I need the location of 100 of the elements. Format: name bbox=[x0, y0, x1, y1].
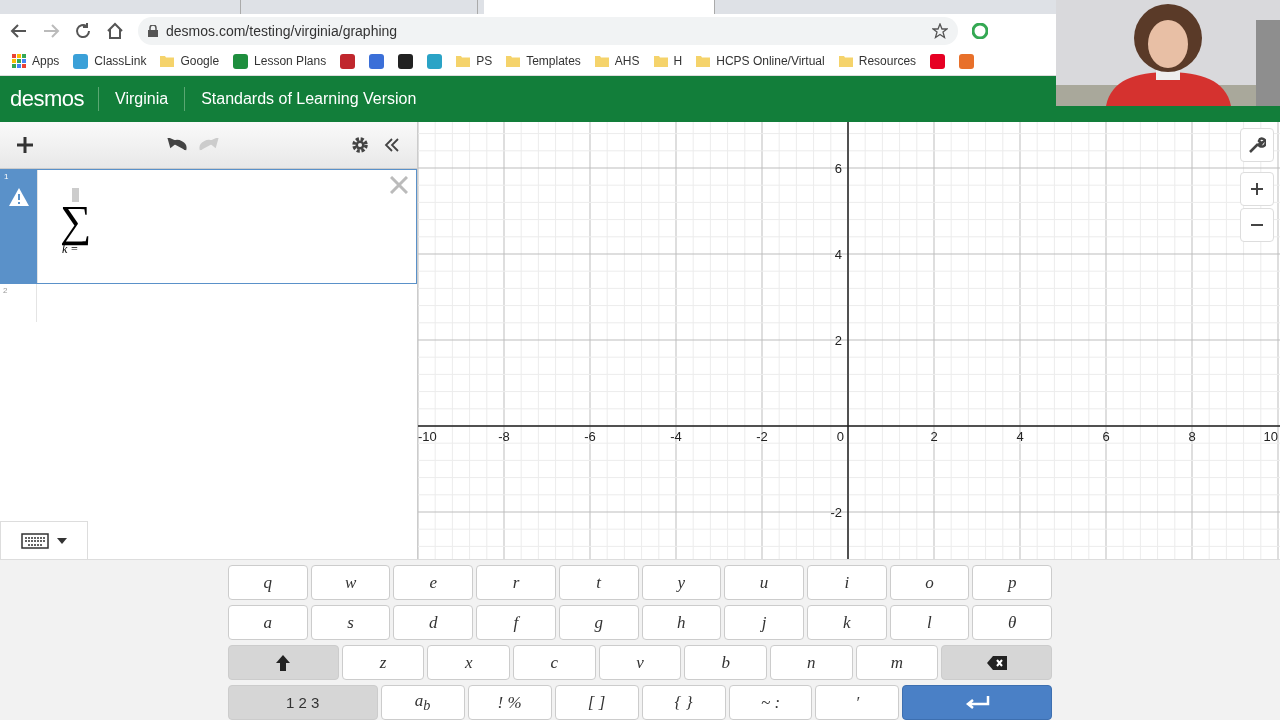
apps-grid-icon bbox=[12, 54, 26, 69]
keypad-key[interactable]: x bbox=[427, 645, 511, 680]
tick-label: 10 bbox=[1263, 429, 1278, 444]
bookmark[interactable]: Apps bbox=[12, 54, 60, 69]
keyboard-toggle[interactable] bbox=[0, 521, 88, 559]
tick-label: 2 bbox=[834, 333, 842, 348]
keypad-key[interactable]: { } bbox=[641, 685, 726, 720]
keypad-key[interactable]: ! % bbox=[467, 685, 552, 720]
keypad-key[interactable]: q bbox=[228, 565, 308, 600]
tick-label: -4 bbox=[670, 429, 682, 444]
keypad-key[interactable]: s bbox=[310, 605, 391, 640]
shift-key[interactable] bbox=[228, 645, 339, 680]
tick-label: -10 bbox=[418, 429, 437, 444]
caret-icon bbox=[57, 537, 67, 544]
extension-icon[interactable] bbox=[972, 22, 988, 39]
keypad-key[interactable]: w bbox=[310, 565, 391, 600]
keypad-key[interactable]: ′ bbox=[815, 685, 900, 720]
line-number: 2 bbox=[3, 286, 8, 295]
keypad-key[interactable]: g bbox=[558, 605, 639, 640]
backspace-key[interactable] bbox=[941, 645, 1053, 680]
keypad-key[interactable]: t bbox=[558, 565, 639, 600]
minus-icon bbox=[1250, 223, 1264, 227]
site-icon bbox=[73, 53, 89, 69]
star-icon[interactable] bbox=[932, 22, 948, 39]
site-icon bbox=[427, 53, 443, 69]
tick-label: 4 bbox=[834, 247, 842, 262]
keypad-key[interactable]: n bbox=[769, 645, 853, 680]
keyboard-icon bbox=[21, 532, 49, 549]
tick-label: 2 bbox=[930, 429, 938, 444]
folder-icon bbox=[653, 54, 668, 69]
lock-icon bbox=[148, 24, 158, 37]
bookmark[interactable]: Google bbox=[160, 54, 220, 69]
home-icon[interactable] bbox=[106, 21, 124, 40]
return-arrow-icon bbox=[964, 695, 991, 710]
keypad-key[interactable]: e bbox=[393, 565, 474, 600]
gear-icon bbox=[351, 136, 369, 154]
region-title: Virginia bbox=[114, 89, 170, 110]
bookmark[interactable]: PS bbox=[456, 54, 493, 69]
folder-icon bbox=[160, 54, 175, 69]
site-icon bbox=[233, 53, 249, 69]
keypad-key[interactable]: [ ] bbox=[554, 685, 639, 720]
enter-key[interactable] bbox=[902, 685, 1053, 720]
add-button[interactable] bbox=[14, 134, 36, 156]
tick-label: 0 bbox=[836, 429, 844, 444]
desmos-logo: desmos bbox=[0, 87, 100, 112]
bookmark[interactable]: ClassLink bbox=[73, 53, 147, 69]
numbers-key[interactable]: 1 2 3 bbox=[228, 685, 378, 720]
wrench-icon bbox=[1248, 136, 1266, 154]
bookmark[interactable]: HCPS Online/Virtual bbox=[696, 54, 825, 69]
keypad-key[interactable]: k bbox=[806, 605, 887, 640]
keypad-key[interactable]: a bbox=[228, 605, 308, 640]
site-icon bbox=[930, 53, 946, 69]
folder-icon bbox=[838, 54, 853, 69]
tick-label: 6 bbox=[1102, 429, 1110, 444]
keypad-key[interactable]: b bbox=[684, 645, 767, 680]
keypad-key[interactable]: h bbox=[641, 605, 722, 640]
back-icon[interactable] bbox=[10, 21, 28, 40]
close-icon bbox=[390, 176, 408, 194]
keypad-key[interactable]: c bbox=[513, 645, 596, 680]
tick-label: -2 bbox=[830, 505, 842, 520]
tick-label: -6 bbox=[584, 429, 596, 444]
tick-label: -8 bbox=[498, 429, 510, 444]
keypad-key[interactable]: m bbox=[855, 645, 939, 680]
keypad-key[interactable]: z bbox=[341, 645, 425, 680]
keypad-key[interactable]: y bbox=[641, 565, 722, 600]
double-chevron-icon bbox=[384, 137, 400, 153]
bookmark[interactable]: H bbox=[653, 54, 683, 69]
tick-label: -2 bbox=[756, 429, 768, 444]
keypad-key[interactable]: ~ : bbox=[728, 685, 813, 720]
keypad-key[interactable]: u bbox=[724, 565, 804, 600]
keypad-key[interactable]: v bbox=[598, 645, 682, 680]
plus-icon bbox=[1250, 182, 1264, 196]
tick-label: 8 bbox=[1188, 429, 1196, 444]
keypad-key[interactable]: j bbox=[724, 605, 804, 640]
keypad-key[interactable]: l bbox=[889, 605, 970, 640]
keypad-key[interactable]: f bbox=[476, 605, 556, 640]
graph-settings-button[interactable] bbox=[1240, 128, 1274, 162]
folder-icon bbox=[696, 54, 711, 69]
keypad-key[interactable]: a$_{b}$ bbox=[380, 685, 465, 720]
keypad-key[interactable]: r bbox=[476, 565, 556, 600]
bookmark[interactable]: Lesson Plans bbox=[233, 53, 327, 69]
zoom-in-button[interactable] bbox=[1240, 172, 1274, 206]
site-icon bbox=[398, 53, 414, 69]
reload-icon[interactable] bbox=[74, 21, 92, 40]
bookmark[interactable]: Resources bbox=[838, 54, 917, 69]
bookmark[interactable]: AHS bbox=[594, 54, 640, 69]
keypad-key[interactable]: o bbox=[889, 565, 970, 600]
line-number: 1 bbox=[4, 172, 9, 181]
keypad-key[interactable]: p bbox=[972, 565, 1053, 600]
bookmark[interactable]: Templates bbox=[506, 54, 581, 69]
tick-label: 6 bbox=[834, 161, 842, 176]
up-arrow-icon bbox=[276, 654, 291, 671]
zoom-out-button[interactable] bbox=[1240, 208, 1274, 242]
keypad-key[interactable]: i bbox=[806, 565, 887, 600]
keypad-key[interactable]: d bbox=[393, 605, 474, 640]
settings-button[interactable] bbox=[349, 134, 371, 156]
site-icon bbox=[959, 53, 975, 69]
version-title: Standards of Learning Version bbox=[200, 89, 418, 110]
keypad-key[interactable]: θ bbox=[972, 605, 1053, 640]
address-bar[interactable]: desmos.com/testing/virginia/graphing bbox=[138, 16, 958, 45]
